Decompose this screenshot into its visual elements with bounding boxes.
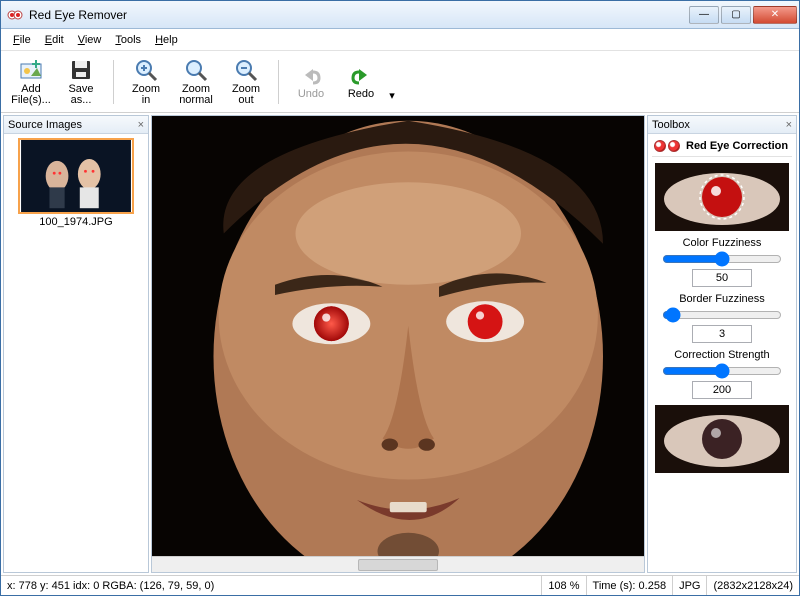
border-fuzziness-input[interactable] — [692, 325, 752, 343]
control-label: Correction Strength — [674, 349, 769, 361]
panel-close-icon[interactable]: × — [138, 119, 144, 131]
control-label: Color Fuzziness — [683, 237, 762, 249]
thumbnail-filename: 100_1974.JPG — [39, 216, 112, 228]
toolbar: Add File(s)... Save as... Zoom in Zoom n… — [1, 51, 799, 113]
menu-view[interactable]: View — [72, 32, 108, 48]
correction-strength-input[interactable] — [692, 381, 752, 399]
menu-tools[interactable]: Tools — [109, 32, 147, 48]
panel-title: Source Images — [8, 119, 82, 131]
status-format: JPG — [672, 576, 706, 595]
minimize-button[interactable]: — — [689, 6, 719, 24]
correction-strength-slider[interactable] — [662, 363, 782, 379]
control-label: Border Fuzziness — [679, 293, 765, 305]
color-fuzziness-slider[interactable] — [662, 251, 782, 267]
thumbnail-image — [18, 138, 134, 214]
toolbar-separator — [113, 60, 114, 104]
horizontal-scrollbar[interactable] — [152, 556, 644, 572]
tool-name: Red Eye Correction — [686, 140, 788, 152]
panel-title: Toolbox — [652, 119, 690, 131]
app-icon — [7, 7, 23, 23]
add-file-icon — [19, 58, 43, 82]
menu-help[interactable]: Help — [149, 32, 184, 48]
border-fuzziness-group: Border Fuzziness — [652, 293, 792, 343]
zoom-in-button[interactable]: Zoom in — [122, 54, 170, 110]
red-eye-icon — [654, 140, 680, 152]
close-button[interactable]: ✕ — [753, 6, 797, 24]
status-cursor: x: 778 y: 451 idx: 0 RGBA: (126, 79, 59,… — [1, 576, 541, 595]
toolbar-separator — [278, 60, 279, 104]
border-fuzziness-slider[interactable] — [662, 307, 782, 323]
color-fuzziness-input[interactable] — [692, 269, 752, 287]
titlebar[interactable]: Red Eye Remover — ▢ ✕ — [1, 1, 799, 29]
zoom-in-icon — [134, 58, 158, 82]
undo-button[interactable]: Undo — [287, 54, 335, 110]
status-zoom: 108 % — [541, 576, 585, 595]
zoom-normal-button[interactable]: Zoom normal — [172, 54, 220, 110]
add-files-button[interactable]: Add File(s)... — [7, 54, 55, 110]
app-title: Red Eye Remover — [29, 8, 689, 22]
panel-header[interactable]: Toolbox × — [648, 116, 796, 134]
panel-close-icon[interactable]: × — [786, 119, 792, 131]
maximize-button[interactable]: ▢ — [721, 6, 751, 24]
zoom-normal-icon — [184, 58, 208, 82]
redo-button[interactable]: Redo — [337, 54, 385, 110]
preview-before — [655, 163, 789, 231]
zoom-out-icon — [234, 58, 258, 82]
status-dims: (2832x2128x24) — [706, 576, 799, 595]
color-fuzziness-group: Color Fuzziness — [652, 237, 792, 287]
canvas-panel — [151, 115, 645, 573]
toolbox-panel: Toolbox × Red Eye Correction — [647, 115, 797, 573]
zoom-out-button[interactable]: Zoom out — [222, 54, 270, 110]
toolbar-overflow[interactable]: ▾ — [387, 54, 397, 110]
workarea: Source Images × 100_1974.JPG — [1, 113, 799, 575]
tool-header: Red Eye Correction — [652, 138, 792, 157]
panel-header[interactable]: Source Images × — [4, 116, 148, 134]
undo-icon — [299, 63, 323, 87]
thumbnail-list: 100_1974.JPG — [4, 134, 148, 572]
save-as-button[interactable]: Save as... — [57, 54, 105, 110]
menubar: File Edit View Tools Help — [1, 29, 799, 51]
statusbar: x: 778 y: 451 idx: 0 RGBA: (126, 79, 59,… — [1, 575, 799, 595]
save-icon — [69, 58, 93, 82]
preview-after — [655, 405, 789, 473]
status-time: Time (s): 0.258 — [586, 576, 673, 595]
thumbnail-item[interactable]: 100_1974.JPG — [8, 138, 144, 228]
source-images-panel: Source Images × 100_1974.JPG — [3, 115, 149, 573]
redo-icon — [349, 63, 373, 87]
image-canvas[interactable] — [152, 116, 644, 556]
app-window: Red Eye Remover — ▢ ✕ File Edit View Too… — [0, 0, 800, 596]
menu-file[interactable]: File — [7, 32, 37, 48]
correction-strength-group: Correction Strength — [652, 349, 792, 399]
menu-edit[interactable]: Edit — [39, 32, 70, 48]
canvas-image — [152, 116, 644, 556]
